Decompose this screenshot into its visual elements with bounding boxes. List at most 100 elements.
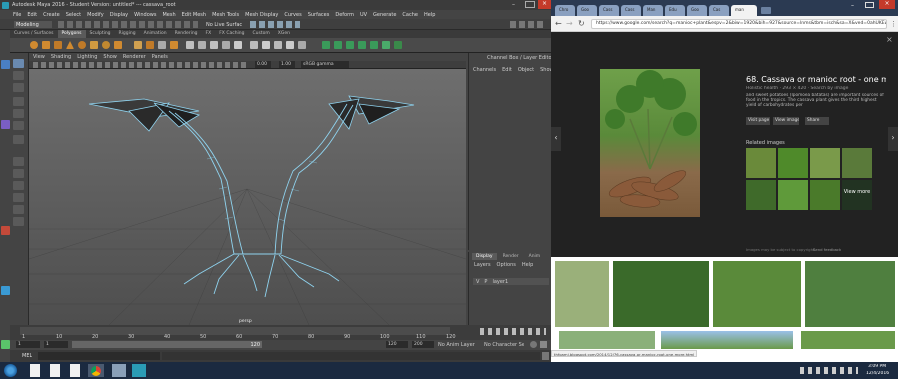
menu-mesh-tools[interactable]: Mesh Tools — [212, 12, 239, 19]
desktop-icon-re[interactable] — [1, 60, 10, 69]
maximize-button[interactable] — [525, 1, 535, 8]
field-b[interactable]: 1.00 — [279, 61, 295, 68]
menu-modify[interactable]: Modify — [87, 12, 104, 19]
target-weld-icon[interactable] — [262, 41, 270, 49]
menu-edit[interactable]: Edit — [27, 12, 37, 19]
anim-layer-dropdown[interactable]: No Anim Layer — [438, 342, 478, 348]
browser-tab[interactable]: Goo — [687, 5, 707, 16]
minimize-button[interactable]: – — [512, 1, 522, 8]
smooth-icon[interactable] — [170, 41, 178, 49]
next-image-arrow[interactable]: › — [888, 127, 898, 151]
poly-cone-icon[interactable] — [66, 41, 74, 49]
back-icon[interactable]: ← — [555, 19, 562, 28]
menu-curves[interactable]: Curves — [284, 12, 301, 19]
menu-options[interactable]: Options — [497, 262, 516, 268]
menu-show[interactable]: Show — [103, 54, 117, 61]
time-slider[interactable]: 1 10 20 30 40 50 60 70 80 90 100 110 120 — [10, 325, 551, 340]
poly-helix-icon[interactable] — [134, 41, 142, 49]
menu-layer-help[interactable]: Help — [522, 262, 533, 268]
related-image[interactable] — [778, 180, 808, 210]
result-thumbnail[interactable] — [801, 331, 895, 349]
preview-image[interactable] — [600, 69, 700, 217]
planar-map-icon[interactable] — [334, 41, 342, 49]
tab-rendering[interactable]: Rendering — [171, 30, 202, 38]
paint-select-icon[interactable] — [13, 83, 24, 92]
menu-deform[interactable]: Deform — [335, 12, 354, 19]
related-image[interactable] — [810, 148, 840, 178]
unfold-icon[interactable] — [382, 41, 390, 49]
character-set-dropdown[interactable]: No Character Set — [484, 342, 524, 348]
tab-fx[interactable]: FX — [202, 30, 216, 38]
rotate-tool-icon[interactable] — [13, 109, 24, 118]
bevel-icon[interactable] — [198, 41, 206, 49]
menu-renderer[interactable]: Renderer — [123, 54, 146, 61]
browser-tab[interactable]: Edu — [665, 5, 685, 16]
tab-render[interactable]: Render — [499, 253, 523, 260]
cylindrical-map-icon[interactable] — [346, 41, 354, 49]
menu-select[interactable]: Select — [66, 12, 81, 19]
chrome-maximize-button[interactable] — [865, 2, 874, 8]
layer-visible-toggle[interactable]: V — [476, 279, 479, 285]
poly-sphere-icon[interactable] — [30, 41, 38, 49]
range-start-field[interactable]: 1 — [16, 341, 40, 348]
prev-image-arrow[interactable]: ‹ — [551, 127, 561, 151]
poly-torus-icon[interactable] — [78, 41, 86, 49]
field-a[interactable]: 0.00 — [255, 61, 271, 68]
menu-windows[interactable]: Windows — [134, 12, 156, 19]
layout-hypershade-icon[interactable] — [13, 217, 24, 226]
maya-taskbar-icon[interactable] — [132, 364, 146, 377]
live-surface-label[interactable]: No Live Surface — [206, 21, 242, 28]
menu-file[interactable]: File — [13, 12, 21, 19]
tab-rigging[interactable]: Rigging — [115, 30, 140, 38]
menu-mesh[interactable]: Mesh — [162, 12, 175, 19]
poly-cube-icon[interactable] — [42, 41, 50, 49]
chrome-close-button[interactable]: × — [879, 0, 895, 9]
chrome-minimize-button[interactable]: – — [851, 2, 861, 9]
menu-channels[interactable]: Channels — [473, 67, 496, 73]
result-source[interactable]: Holistic health · 293 × 420 · Search by … — [746, 86, 886, 91]
tab-xgen[interactable]: XGen — [274, 30, 294, 38]
browser-tab-active[interactable]: man — [731, 5, 757, 16]
menu-uv[interactable]: UV — [360, 12, 367, 19]
quad-draw-icon[interactable] — [274, 41, 282, 49]
related-image[interactable] — [746, 148, 776, 178]
result-thumbnail[interactable] — [555, 261, 609, 327]
append-icon[interactable] — [222, 41, 230, 49]
menu-channel-edit[interactable]: Edit — [502, 67, 512, 73]
browser-tab[interactable]: Cass — [621, 5, 641, 16]
range-inner-start-field[interactable]: 1 — [44, 341, 68, 348]
file-explorer-icon[interactable] — [112, 364, 126, 377]
related-image[interactable] — [810, 180, 840, 210]
result-thumbnail[interactable] — [661, 331, 793, 349]
desktop-icon-tec[interactable] — [1, 340, 10, 349]
layer-playback-toggle[interactable]: P — [484, 279, 487, 285]
menu-shading[interactable]: Shading — [51, 54, 71, 61]
color-space-dropdown[interactable]: sRGB gamma — [301, 61, 349, 68]
separate-icon[interactable] — [158, 41, 166, 49]
menu-lighting[interactable]: Lighting — [77, 54, 97, 61]
last-tool-icon[interactable] — [13, 135, 24, 144]
menu-help[interactable]: Help — [424, 12, 435, 19]
edge-loop-icon[interactable] — [286, 41, 294, 49]
mode-dropdown[interactable]: Modeling — [14, 21, 52, 28]
layout-uv-icon[interactable] — [394, 41, 402, 49]
uv-editor-icon[interactable] — [322, 41, 330, 49]
viewport-3d[interactable]: persp — [29, 69, 466, 325]
auto-map-icon[interactable] — [370, 41, 378, 49]
poly-disc-icon[interactable] — [102, 41, 110, 49]
reload-icon[interactable]: ↻ — [578, 19, 585, 28]
layout-graph-icon[interactable] — [13, 205, 24, 214]
script-editor-icon[interactable] — [542, 352, 549, 360]
layout-side-icon[interactable] — [13, 181, 24, 190]
range-end-field[interactable]: 120 — [386, 341, 408, 348]
menu-object[interactable]: Object — [518, 67, 534, 73]
taskbar-file-icon[interactable] — [30, 364, 40, 377]
lasso-tool-icon[interactable] — [13, 71, 24, 80]
viewport-tool-icons[interactable] — [33, 62, 249, 68]
poly-pipe-icon[interactable] — [114, 41, 122, 49]
chrome-taskbar-icon[interactable] — [88, 364, 104, 377]
start-button-icon[interactable] — [4, 364, 17, 377]
poly-cylinder-icon[interactable] — [54, 41, 62, 49]
browser-tab[interactable]: Man — [643, 5, 663, 16]
combine-icon[interactable] — [146, 41, 154, 49]
